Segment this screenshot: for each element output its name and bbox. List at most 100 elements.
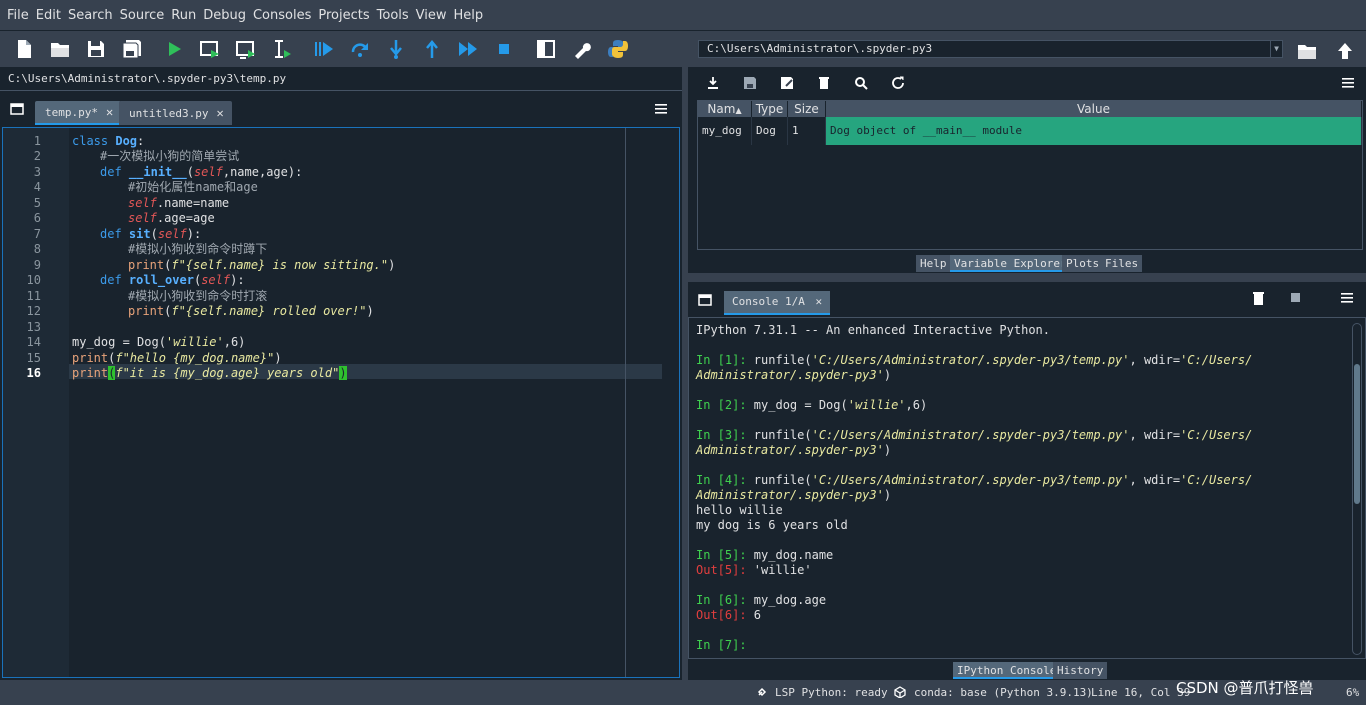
parent-directory-button[interactable] bbox=[1327, 35, 1363, 67]
menu-tools[interactable]: Tools bbox=[374, 8, 412, 23]
step-return-button[interactable] bbox=[414, 33, 450, 65]
menu-help[interactable]: Help bbox=[451, 8, 487, 23]
code-line: #模拟小狗收到命令时蹲下 bbox=[128, 242, 268, 256]
variable-size-cell[interactable]: 1 bbox=[788, 117, 826, 145]
run-icon bbox=[169, 42, 181, 56]
browse-directory-button[interactable] bbox=[1289, 35, 1325, 67]
horizontal-splitter[interactable] bbox=[688, 273, 1366, 282]
menu-projects[interactable]: Projects bbox=[315, 8, 372, 23]
console-line: In [4]: runfile('C:/Users/Administrator/… bbox=[696, 473, 1253, 487]
column-header-size[interactable]: Size bbox=[788, 101, 826, 117]
menu-view[interactable]: View bbox=[413, 8, 450, 23]
ipython-console-pane: Console 1/A ✕ IPython 7.31.1 -- An enhan… bbox=[688, 282, 1366, 680]
tab-label: temp.py* bbox=[45, 105, 98, 119]
download-icon bbox=[707, 77, 718, 89]
line-number: 1 bbox=[33, 134, 41, 148]
variables-table[interactable]: Nam▲ Type Size Value my_dog Dog 1 Dog ob… bbox=[697, 100, 1363, 250]
search-variables-button[interactable] bbox=[842, 71, 879, 95]
column-header-type[interactable]: Type bbox=[752, 101, 788, 117]
options-menu-icon[interactable] bbox=[1341, 292, 1353, 304]
close-icon[interactable]: ✕ bbox=[106, 105, 113, 119]
console-line: my dog is 6 years old bbox=[696, 518, 848, 532]
console-input-line[interactable]: In [7]: bbox=[696, 638, 747, 653]
console-line: In [3]: runfile('C:/Users/Administrator/… bbox=[696, 428, 1253, 442]
variable-type-cell[interactable]: Dog bbox=[752, 117, 788, 145]
console-scrollbar[interactable] bbox=[1352, 323, 1362, 655]
menu-debug[interactable]: Debug bbox=[200, 8, 249, 23]
working-directory-combobox[interactable]: C:\Users\Administrator\.spyder-py3 ▼ bbox=[698, 40, 1283, 58]
sort-ascending-icon: ▲ bbox=[735, 106, 742, 115]
save-button[interactable] bbox=[78, 33, 114, 65]
continue-icon bbox=[459, 42, 477, 56]
tab-temp-py[interactable]: temp.py* ✕ bbox=[35, 101, 122, 125]
run-selection-button[interactable] bbox=[264, 33, 300, 65]
python-path-button[interactable] bbox=[600, 33, 636, 65]
line-number: 6 bbox=[33, 211, 41, 225]
line-number: 2 bbox=[33, 149, 41, 163]
tab-files[interactable]: Files bbox=[1101, 255, 1143, 272]
tab-console-1a[interactable]: Console 1/A ✕ bbox=[724, 291, 831, 315]
code-editor[interactable]: 1 2 3 4 5 6 7 8 9 10 11 12 13 14 15 16 c… bbox=[2, 127, 680, 678]
close-icon[interactable]: ✕ bbox=[216, 106, 223, 120]
save-data-as-button[interactable] bbox=[768, 71, 805, 95]
stop-icon[interactable] bbox=[1291, 293, 1300, 302]
step-button[interactable] bbox=[342, 33, 378, 65]
continue-button[interactable] bbox=[450, 33, 486, 65]
chevron-down-icon[interactable]: ▼ bbox=[1270, 41, 1282, 57]
console-tab-bar: Console 1/A ✕ bbox=[688, 282, 1366, 316]
tab-ipython-console[interactable]: IPython Console bbox=[953, 662, 1061, 679]
tab-variable-explorer[interactable]: Variable Explorer bbox=[950, 255, 1071, 272]
menu-run[interactable]: Run bbox=[168, 8, 199, 23]
refresh-variables-button[interactable] bbox=[879, 71, 916, 95]
menu-search[interactable]: Search bbox=[65, 8, 116, 23]
conda-environment-status[interactable]: conda: base (Python 3.9.13) bbox=[914, 686, 1093, 699]
browse-tabs-icon[interactable] bbox=[10, 102, 24, 116]
menu-source[interactable]: Source bbox=[117, 8, 168, 23]
tab-history[interactable]: History bbox=[1053, 662, 1108, 679]
menu-file[interactable]: File bbox=[4, 8, 32, 23]
column-header-value[interactable]: Value bbox=[826, 101, 1362, 117]
stop-button[interactable] bbox=[486, 33, 522, 65]
variable-value-cell[interactable]: Dog object of __main__ module bbox=[826, 117, 1362, 145]
run-button[interactable] bbox=[156, 33, 192, 65]
options-menu-icon[interactable] bbox=[1342, 77, 1354, 89]
console-line: Administrator/.spyder-py3') bbox=[696, 368, 892, 382]
step-into-button[interactable] bbox=[378, 33, 414, 65]
options-menu-icon[interactable] bbox=[655, 103, 667, 115]
open-file-button[interactable] bbox=[42, 33, 78, 65]
line-number: 5 bbox=[33, 196, 41, 210]
variable-name-cell[interactable]: my_dog bbox=[698, 117, 752, 145]
console-output[interactable]: IPython 7.31.1 -- An enhanced Interactiv… bbox=[688, 317, 1366, 659]
close-icon[interactable]: ✕ bbox=[815, 295, 822, 308]
line-number: 15 bbox=[26, 351, 41, 365]
lsp-status[interactable]: LSP Python: ready bbox=[775, 686, 888, 699]
save-data-button[interactable] bbox=[731, 71, 768, 95]
tab-plots[interactable]: Plots bbox=[1062, 255, 1104, 272]
working-directory-path: C:\Users\Administrator\.spyder-py3 bbox=[707, 42, 933, 55]
console-line: In [1]: runfile('C:/Users/Administrator/… bbox=[696, 353, 1253, 367]
run-cell-button[interactable] bbox=[192, 33, 228, 65]
column-header-name[interactable]: Nam▲ bbox=[698, 101, 752, 117]
run-cell-advance-icon bbox=[236, 41, 255, 59]
scrollbar-thumb[interactable] bbox=[1354, 364, 1360, 504]
debug-button[interactable] bbox=[306, 33, 342, 65]
python-icon bbox=[608, 40, 628, 58]
menu-consoles[interactable]: Consoles bbox=[250, 8, 314, 23]
tab-help[interactable]: Help bbox=[916, 255, 951, 272]
save-as-icon bbox=[780, 77, 793, 89]
browse-tabs-icon[interactable] bbox=[698, 293, 712, 307]
tab-untitled3-py[interactable]: untitled3.py ✕ bbox=[119, 101, 232, 125]
new-file-icon bbox=[18, 40, 31, 58]
maximize-pane-button[interactable] bbox=[528, 33, 564, 65]
run-cell-advance-button[interactable] bbox=[228, 33, 264, 65]
code-content: class Dog: #一次模拟小狗的简单尝试 def __init__(sel… bbox=[72, 128, 662, 677]
save-all-button[interactable] bbox=[114, 33, 150, 65]
import-data-button[interactable] bbox=[694, 71, 731, 95]
remove-all-variables-button[interactable] bbox=[805, 71, 842, 95]
menu-edit[interactable]: Edit bbox=[33, 8, 64, 23]
trash-icon[interactable] bbox=[1252, 291, 1265, 305]
variable-explorer-pane: Nam▲ Type Size Value my_dog Dog 1 Dog ob… bbox=[688, 67, 1366, 273]
new-file-button[interactable] bbox=[6, 33, 42, 65]
line-number: 12 bbox=[26, 304, 41, 318]
preferences-button[interactable] bbox=[564, 33, 600, 65]
